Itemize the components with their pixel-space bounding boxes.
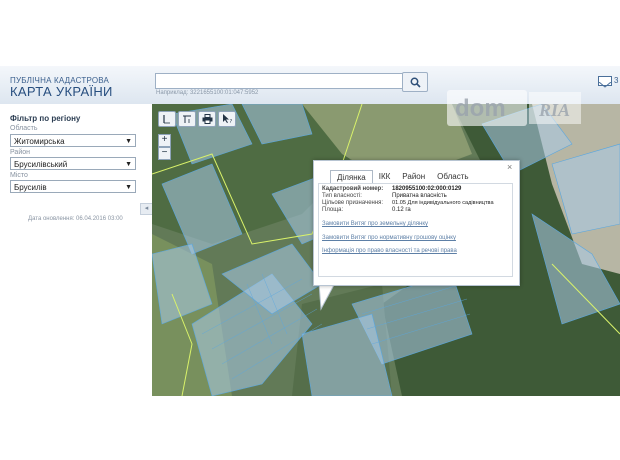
chevron-down-icon: ▼: [125, 161, 132, 168]
printer-icon: [202, 114, 212, 124]
top-blank-area: [0, 0, 620, 66]
area-value: 0.12 га: [392, 207, 411, 213]
area-icon: [183, 115, 191, 123]
raion-select[interactable]: Брусилівський ▼: [10, 157, 136, 170]
ownership-info-link[interactable]: Інформація про право власності та речові…: [322, 248, 457, 254]
oblast-select[interactable]: Житомирська ▼: [10, 134, 136, 147]
oblast-value: Житомирська: [14, 137, 65, 146]
misto-select[interactable]: Брусилів ▼: [10, 180, 136, 193]
chevron-down-icon: ▼: [125, 138, 132, 145]
close-icon[interactable]: ×: [507, 162, 512, 172]
svg-text:?: ?: [229, 119, 232, 124]
mail-icon[interactable]: [598, 76, 612, 88]
purpose: 01.05 Для індивідуального садівництва: [392, 200, 494, 206]
raion-label: Район: [10, 149, 30, 156]
tab-ikk[interactable]: ІКК: [373, 170, 397, 183]
field-label: Кадастровий номер:: [322, 186, 384, 192]
tab-parcel[interactable]: Ділянка: [330, 170, 373, 184]
cadastral-number: 1820955100:02:000:0129: [392, 186, 462, 192]
raion-value: Брусилівський: [14, 160, 68, 169]
zoom-out-button[interactable]: −: [158, 147, 171, 160]
measure-length-button[interactable]: [158, 111, 176, 127]
tab-raion[interactable]: Район: [396, 170, 431, 183]
popup-pointer: [318, 283, 336, 311]
update-date: Дата оновлення: 06.04.2016 03:00: [28, 216, 123, 222]
order-valuation-extract-link[interactable]: Замовити Витяг про нормативну грошову оц…: [322, 235, 456, 241]
misto-value: Брусилів: [14, 183, 47, 192]
order-parcel-extract-link[interactable]: Замовити Витяг про земельну ділянку: [322, 221, 428, 227]
info-cursor-button[interactable]: ?: [218, 111, 236, 127]
oblast-label: Область: [10, 125, 38, 132]
popup-tabs: Ділянка ІКК Район Область: [330, 170, 475, 184]
zoom-in-button[interactable]: +: [158, 134, 171, 147]
search-input[interactable]: [155, 73, 405, 89]
measure-area-button[interactable]: [178, 111, 196, 127]
search-icon: [410, 77, 421, 88]
field-label: Тип власності:: [322, 193, 362, 199]
ruler-icon: [163, 115, 170, 124]
region-filter-panel: Фільтр по регіону Область Житомирська ▼ …: [0, 104, 153, 216]
misto-label: Місто: [10, 172, 28, 179]
domria-watermark: dom RIA: [447, 90, 587, 126]
field-label: Площа:: [322, 207, 344, 213]
print-button[interactable]: [198, 111, 216, 127]
chevron-down-icon: ▼: [125, 184, 132, 191]
cursor-help-icon: ?: [222, 114, 232, 124]
map-toolbar: ?: [158, 111, 236, 127]
search-button[interactable]: [402, 72, 428, 92]
mail-count: 3: [614, 76, 619, 85]
field-label: Цільове призначення:: [322, 200, 384, 206]
search-hint: Наприклад: 3221655100:01:047:5952: [156, 90, 259, 96]
ria-text: RIA: [538, 100, 570, 120]
filter-title: Фільтр по регіону: [10, 114, 81, 123]
logo-line2: КАРТА УКРАЇНИ: [10, 84, 113, 99]
tab-oblast[interactable]: Область: [431, 170, 474, 183]
ownership-type: Приватна власність: [392, 193, 447, 199]
domria-text: dom: [455, 95, 506, 122]
